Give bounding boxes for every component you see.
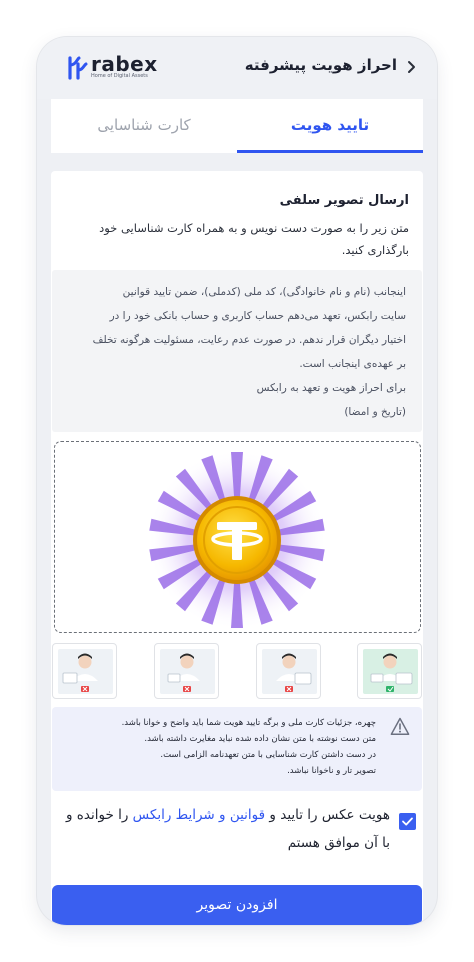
example-photo-invalid (52, 643, 117, 699)
logo-tagline: Home of Digital Assets (91, 73, 148, 79)
pledge-line: (تاریخ و امضا) (344, 406, 406, 418)
checkmark-icon (402, 817, 413, 826)
selfie-card: ارسال تصویر سلفی متن زیر را به صورت دست … (51, 171, 423, 925)
example-photo-valid (357, 643, 422, 699)
terms-agreement: هویت عکس را تایید و قوانین و شرایط رابکس… (52, 801, 422, 861)
tab-bar: تایید هویت کارت شناسایی (51, 99, 423, 153)
terms-link[interactable]: قوانین و شرایط رابکس (133, 807, 265, 823)
page-title: احراز هویت پیشرفته (244, 56, 397, 74)
add-image-button[interactable]: افزودن تصویر (52, 885, 422, 925)
selfie-example-icon (58, 649, 113, 694)
terms-text: هویت عکس را تایید و قوانین و شرایط رابکس… (56, 801, 390, 857)
notice-line: در دست داشتن کارت شناسایی با متن تعهدنام… (160, 750, 376, 760)
notice-line: تصویر تار و ناخوانا نباشد. (287, 766, 376, 776)
rabex-logo: rabex Home of Digital Assets (67, 52, 167, 82)
example-photo-invalid (154, 643, 219, 699)
selfie-example-icon (160, 649, 215, 694)
tab-identity-verification[interactable]: تایید هویت (237, 99, 423, 153)
pledge-line: برای احراز هویت و تعهد به رابکس (256, 382, 406, 394)
tab-id-card[interactable]: کارت شناسایی (51, 99, 237, 153)
section-title: ارسال تصویر سلفی (279, 193, 409, 208)
selfie-example-icon (262, 649, 317, 694)
image-upload-dropzone[interactable] (54, 441, 421, 633)
chevron-right-icon[interactable] (405, 57, 419, 77)
pledge-line: اختیار دیگران قرار ندهم. در صورت عدم رعا… (92, 334, 406, 346)
terms-text-before: هویت عکس را تایید و (265, 807, 390, 823)
example-photo-invalid (256, 643, 321, 699)
warning-icon (390, 717, 410, 735)
pledge-line: سایت رابکس، تعهد می‌دهم حساب کاربری و حس… (109, 310, 406, 322)
terms-checkbox[interactable] (399, 813, 416, 830)
pledge-line: اینجانب (نام و نام خانوادگی)، کد ملی (کد… (122, 286, 406, 298)
phone-frame: احراز هویت پیشرفته rabex Home of Digital… (37, 37, 437, 925)
tether-coin-icon (147, 450, 327, 630)
notice-line: چهره، جزئیات کارت ملی و برگه تایید هویت … (121, 718, 376, 728)
pledge-text-box: اینجانب (نام و نام خانوادگی)، کد ملی (کد… (52, 270, 422, 432)
example-photos (52, 643, 422, 699)
notice-line: متن دست نوشته با متن نشان داده شده نباید… (144, 734, 376, 744)
pledge-line: بر عهده‌ی اینجانب است. (299, 358, 406, 370)
guidelines-notice: چهره، جزئیات کارت ملی و برگه تایید هویت … (52, 707, 422, 791)
app-header: احراز هویت پیشرفته rabex Home of Digital… (37, 37, 437, 99)
selfie-example-icon (363, 649, 418, 694)
rabex-logo-mark-icon (68, 56, 88, 80)
section-description: متن زیر را به صورت دست نویس و به همراه ک… (99, 221, 409, 257)
